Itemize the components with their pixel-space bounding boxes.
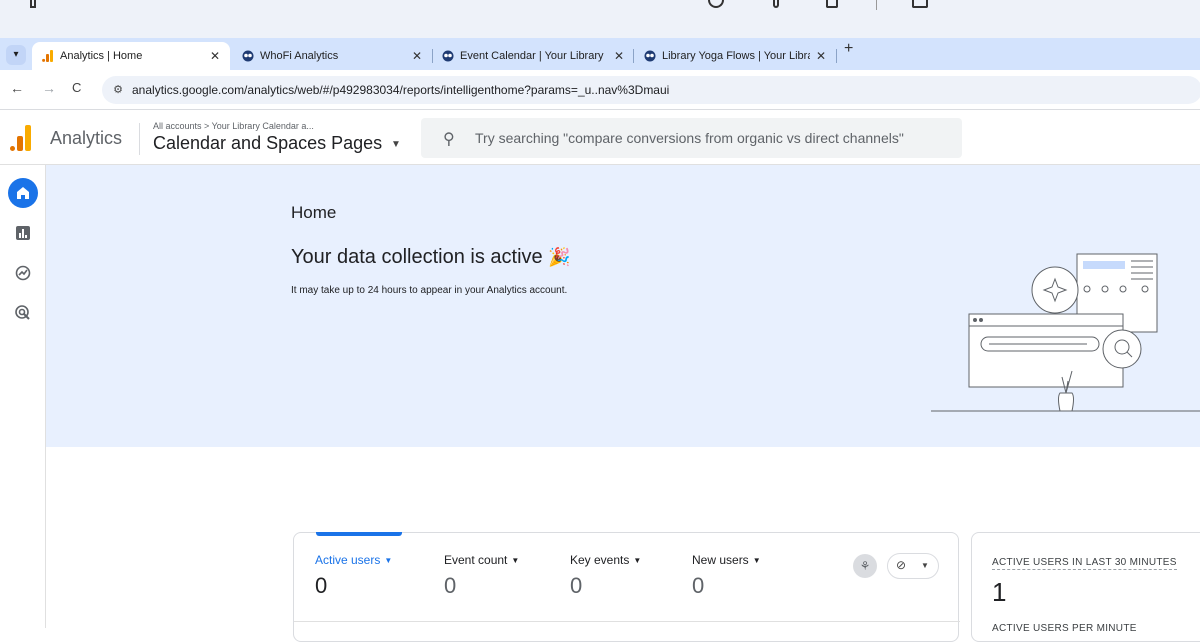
- close-tab-icon[interactable]: ✕: [816, 42, 826, 70]
- owl-favicon-icon: [644, 50, 656, 62]
- app-header: Analytics All accounts > Your Library Ca…: [0, 111, 1200, 165]
- clipboard-icon[interactable]: [826, 0, 838, 8]
- chevron-down-icon[interactable]: ▼: [633, 556, 641, 565]
- party-popper-icon: 🎉: [548, 247, 571, 267]
- chevron-down-icon[interactable]: ▼: [384, 556, 392, 565]
- metric-label: Event count: [444, 553, 508, 567]
- insights-icon[interactable]: ⚘: [853, 554, 877, 578]
- back-arrow-icon[interactable]: ←: [10, 80, 24, 96]
- owl-favicon-icon: [242, 50, 254, 62]
- analytics-logo-icon[interactable]: [10, 125, 34, 151]
- reload-icon[interactable]: C: [72, 80, 81, 95]
- chevron-down-icon[interactable]: ▼: [753, 556, 761, 565]
- divider: [876, 0, 877, 10]
- account-circle-icon[interactable]: [708, 0, 724, 8]
- screenshot-icon[interactable]: [912, 0, 928, 8]
- data-collection-status: Your data collection is active 🎉: [291, 246, 571, 269]
- realtime-value: 1: [992, 577, 1007, 607]
- tab-whofi-analytics[interactable]: WhoFi Analytics ✕: [232, 42, 432, 70]
- metric-label: New users: [692, 553, 749, 567]
- reports-icon[interactable]: [8, 218, 38, 248]
- extension-icon[interactable]: [773, 0, 779, 8]
- chevron-down-icon: ▼: [921, 561, 929, 570]
- tab-strip: ▾ Analytics | Home ✕ WhoFi Analytics ✕ E…: [0, 38, 1200, 70]
- realtime-card: ACTIVE USERS IN LAST 30 MINUTES 1 ACTIVE…: [971, 532, 1200, 642]
- new-tab-button[interactable]: +: [844, 40, 853, 58]
- home-hero-banner: Home Your data collection is active 🎉 It…: [46, 165, 1200, 447]
- check-circle-icon: ⊘: [896, 558, 907, 572]
- divider: [294, 621, 960, 622]
- metrics-overview-card: Active users ▼ 0 Event count ▼ 0 Key event…: [293, 532, 960, 642]
- search-icon: ⚲: [443, 131, 455, 148]
- tab-title: Event Calendar | Your Library: [460, 50, 604, 62]
- advertising-icon[interactable]: [8, 298, 38, 328]
- metric-label: Active users: [315, 553, 381, 567]
- system-icon: [30, 0, 36, 8]
- explore-icon[interactable]: [8, 258, 38, 288]
- app-name: Analytics: [50, 128, 123, 148]
- status-note: It may take up to 24 hours to appear in …: [291, 285, 568, 296]
- metric-label: Key events: [570, 553, 630, 567]
- forward-arrow-icon[interactable]: →: [42, 80, 56, 96]
- tab-separator: [836, 49, 837, 63]
- tab-library-yoga-flows[interactable]: Library Yoga Flows | Your Libra ✕: [634, 42, 834, 70]
- owl-favicon-icon: [442, 50, 454, 62]
- url-text[interactable]: analytics.google.com/analytics/web/#/p49…: [132, 83, 669, 97]
- analytics-favicon-icon: [42, 50, 53, 62]
- search-box[interactable]: ⚲ Try searching "compare conversions fro…: [421, 118, 962, 158]
- chevron-down-icon[interactable]: ▼: [511, 556, 519, 565]
- property-selector[interactable]: Calendar and Spaces Pages: [153, 133, 382, 154]
- tab-event-calendar[interactable]: Event Calendar | Your Library ✕: [432, 42, 632, 70]
- search-placeholder[interactable]: Try searching "compare conversions from …: [475, 130, 904, 146]
- home-icon[interactable]: [8, 178, 38, 208]
- site-settings-icon[interactable]: ⚙: [108, 80, 128, 100]
- realtime-sub-label: ACTIVE USERS PER MINUTE: [992, 623, 1137, 634]
- realtime-label[interactable]: ACTIVE USERS IN LAST 30 MINUTES: [992, 557, 1177, 570]
- address-toolbar: ← → C ⚙ analytics.google.com/analytics/w…: [0, 70, 1200, 110]
- tab-search-button[interactable]: ▾: [6, 45, 26, 65]
- left-nav-rail: [0, 165, 46, 628]
- metric-value: 0: [692, 573, 705, 598]
- tab-analytics-home[interactable]: Analytics | Home ✕: [32, 42, 230, 70]
- metric-active-users[interactable]: Active users ▼ 0: [315, 553, 392, 599]
- divider: [139, 123, 140, 155]
- chevron-down-icon[interactable]: ▼: [391, 139, 401, 150]
- metric-value: 0: [444, 573, 457, 598]
- selected-metric-indicator: [316, 532, 402, 536]
- close-tab-icon[interactable]: ✕: [614, 42, 624, 70]
- metric-value: 0: [315, 573, 328, 598]
- close-tab-icon[interactable]: ✕: [412, 42, 422, 70]
- url-bar[interactable]: ⚙ analytics.google.com/analytics/web/#/p…: [102, 76, 1200, 104]
- close-tab-icon[interactable]: ✕: [210, 42, 220, 70]
- browser-illustration-icon: [931, 253, 1200, 412]
- metric-key-events[interactable]: Key events ▼ 0: [570, 553, 641, 599]
- os-top-strip: [0, 0, 1200, 38]
- tab-title: WhoFi Analytics: [260, 50, 339, 62]
- metric-event-count[interactable]: Event count ▼ 0: [444, 553, 519, 599]
- breadcrumb[interactable]: All accounts > Your Library Calendar a..…: [153, 121, 314, 131]
- tab-title: Library Yoga Flows | Your Libra: [662, 50, 810, 62]
- page-title: Home: [291, 203, 337, 222]
- status-check-dropdown[interactable]: ⊘ ▼: [887, 553, 939, 579]
- status-text: Your data collection is active: [291, 246, 543, 268]
- metric-value: 0: [570, 573, 583, 598]
- tab-title: Analytics | Home: [60, 50, 143, 62]
- metric-new-users[interactable]: New users ▼ 0: [692, 553, 761, 599]
